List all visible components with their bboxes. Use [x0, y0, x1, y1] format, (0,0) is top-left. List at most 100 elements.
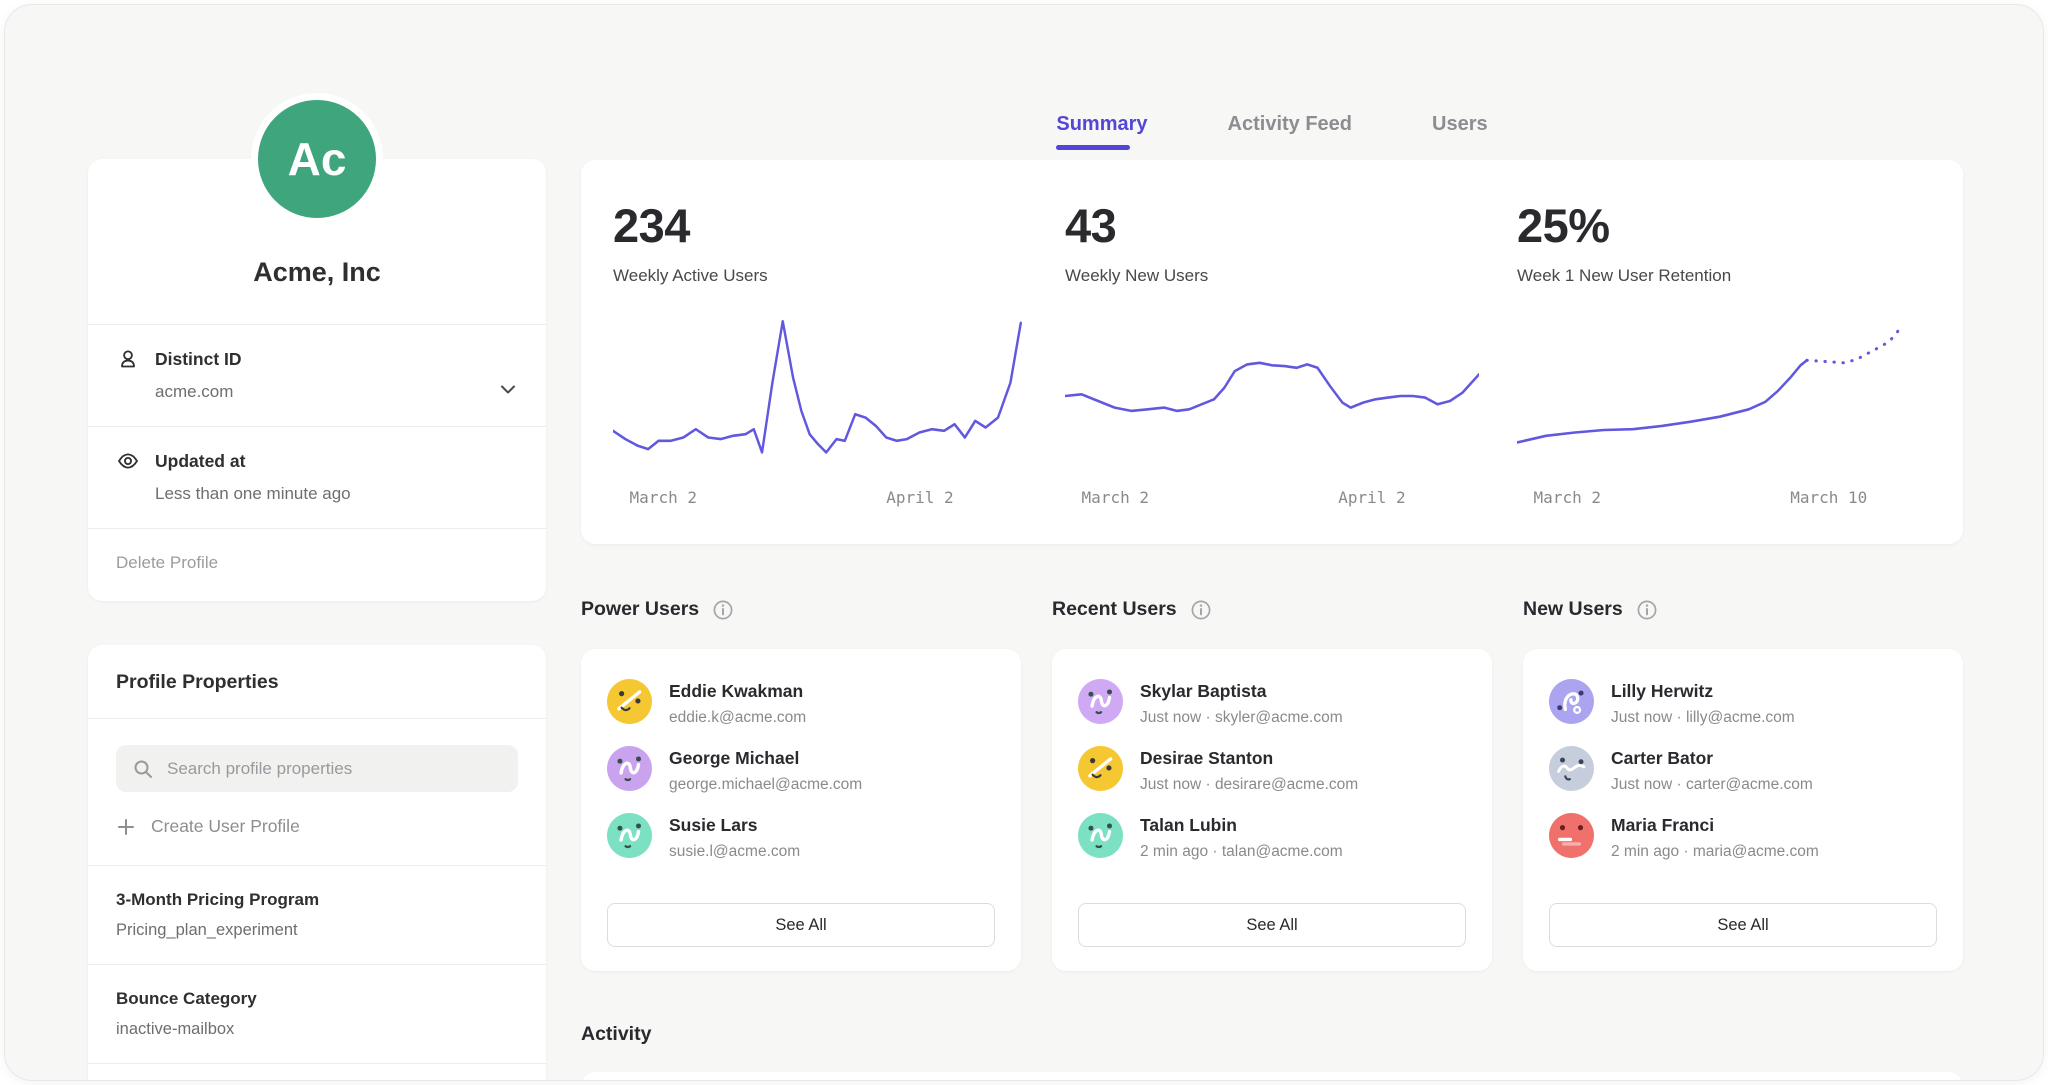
week1-retention-chart: [1517, 308, 1931, 474]
x-tick: April 2: [1338, 488, 1405, 507]
search-input[interactable]: [167, 759, 502, 779]
new-users-card: Lilly Herwitz Just now · lilly@acme.com …: [1523, 649, 1963, 971]
updated-at-row: Updated at Less than one minute ago: [88, 426, 546, 528]
power-users-card: Eddie Kwakman eddie.k@acme.com George Mi…: [581, 649, 1021, 971]
tab-users[interactable]: Users: [1432, 113, 1488, 150]
user-meta: Just now · lilly@acme.com: [1611, 709, 1795, 727]
x-axis: March 2 April 2: [613, 488, 1027, 518]
power-users-section: Power Users Eddie Kwakman eddie.k@acme.c…: [581, 598, 1021, 971]
activity-card: 234 240 3.4k: [581, 1072, 1963, 1081]
main-content: Summary Activity Feed Users 234 Weekly A…: [581, 5, 1963, 1080]
distinct-id-value: acme.com: [155, 382, 518, 402]
stat-week1-retention: 25% Week 1 New User Retention March 2 Ma…: [1517, 198, 1931, 518]
delete-profile-button[interactable]: Delete Profile: [88, 528, 546, 601]
user-avatar: [1078, 679, 1123, 724]
stat-value: 25%: [1517, 198, 1931, 253]
stat-value: 43: [1065, 198, 1479, 253]
user-row[interactable]: Desirae Stanton Just now · desirare@acme…: [1078, 746, 1466, 794]
user-meta: Just now · carter@acme.com: [1611, 776, 1813, 794]
x-tick: March 2: [630, 488, 697, 507]
tab-summary[interactable]: Summary: [1056, 113, 1147, 150]
user-meta: Just now · desirare@acme.com: [1140, 776, 1358, 794]
user-avatar: [1549, 746, 1594, 791]
property-row: 3-Month Pricing Program Pricing_plan_exp…: [88, 865, 546, 964]
user-name: Talan Lubin: [1140, 813, 1343, 836]
chevron-down-icon[interactable]: [496, 377, 520, 401]
info-icon[interactable]: [1636, 599, 1658, 621]
user-name: Susie Lars: [669, 813, 800, 836]
section-title: Power Users: [581, 598, 699, 621]
divider: [88, 718, 546, 719]
stat-weekly-active-users: 234 Weekly Active Users March 2 April 2: [613, 198, 1027, 518]
updated-at-label: Updated at: [155, 451, 245, 472]
see-all-button[interactable]: See All: [1549, 903, 1937, 947]
overview-card: 234 Weekly Active Users March 2 April 2 …: [581, 160, 1963, 544]
user-avatar: [1549, 813, 1594, 858]
user-meta: 2 min ago · maria@acme.com: [1611, 843, 1819, 861]
user-row[interactable]: Maria Franci 2 min ago · maria@acme.com: [1549, 813, 1937, 861]
x-tick: April 2: [886, 488, 953, 507]
x-tick: March 2: [1534, 488, 1601, 507]
app-frame: Ac Acme, Inc Distinct ID acme.com: [4, 4, 2044, 1081]
user-avatar: [607, 813, 652, 858]
x-axis: March 2 April 2: [1065, 488, 1479, 518]
user-row[interactable]: Talan Lubin 2 min ago · talan@acme.com: [1078, 813, 1466, 861]
company-avatar-wrap: Ac: [251, 93, 383, 225]
user-row[interactable]: Skylar Baptista Just now · skyler@acme.c…: [1078, 679, 1466, 727]
user-avatar: [1549, 679, 1594, 724]
info-icon[interactable]: [712, 599, 734, 621]
user-avatar: [1078, 746, 1123, 791]
info-icon[interactable]: [1190, 599, 1212, 621]
weekly-new-users-chart: [1065, 308, 1479, 474]
see-all-button[interactable]: See All: [1078, 903, 1466, 947]
plus-icon: [116, 817, 136, 837]
distinct-id-row: Distinct ID acme.com: [88, 324, 546, 426]
weekly-active-users-chart: [613, 308, 1027, 474]
user-name: George Michael: [669, 746, 862, 769]
user-row[interactable]: Carter Bator Just now · carter@acme.com: [1549, 746, 1937, 794]
property-label: 3-Month Pricing Program: [116, 890, 518, 910]
user-row[interactable]: George Michael george.michael@acme.com: [607, 746, 995, 794]
profile-sidebar: Ac Acme, Inc Distinct ID acme.com: [88, 5, 546, 1080]
stat-weekly-new-users: 43 Weekly New Users March 2 April 2: [1065, 198, 1479, 518]
profile-properties-search[interactable]: [116, 745, 518, 792]
x-tick: March 2: [1082, 488, 1149, 507]
property-row: Bounce Category inactive-mailbox: [88, 964, 546, 1063]
distinct-id-label: Distinct ID: [155, 349, 242, 370]
updated-at-value: Less than one minute ago: [155, 484, 518, 504]
user-row[interactable]: Lilly Herwitz Just now · lilly@acme.com: [1549, 679, 1937, 727]
create-user-profile-label: Create User Profile: [151, 816, 300, 837]
see-all-button[interactable]: See All: [607, 903, 995, 947]
company-avatar: Ac: [251, 93, 383, 225]
create-user-profile-button[interactable]: Create User Profile: [116, 816, 518, 837]
stat-value: 234: [613, 198, 1027, 253]
user-name: Skylar Baptista: [1140, 679, 1343, 702]
x-axis: March 2 March 10: [1517, 488, 1931, 518]
activity-section-title: Activity: [581, 1023, 1963, 1046]
profile-properties-title: Profile Properties: [88, 645, 546, 718]
user-meta: eddie.k@acme.com: [669, 709, 806, 727]
user-name: Maria Franci: [1611, 813, 1819, 836]
user-name: Eddie Kwakman: [669, 679, 806, 702]
stat-label: Weekly Active Users: [613, 266, 1027, 286]
user-sections: Power Users Eddie Kwakman eddie.k@acme.c…: [581, 598, 1963, 971]
property-value: Pricing_plan_experiment: [116, 921, 518, 940]
user-meta: george.michael@acme.com: [669, 776, 862, 794]
property-value: inactive-mailbox: [116, 1020, 518, 1039]
recent-users-section: Recent Users Skylar Baptista Just now · …: [1052, 598, 1492, 971]
company-profile-card: Ac Acme, Inc Distinct ID acme.com: [88, 159, 546, 601]
user-row[interactable]: Susie Lars susie.l@acme.com: [607, 813, 995, 861]
user-avatar: [607, 679, 652, 724]
user-name: Carter Bator: [1611, 746, 1813, 769]
user-meta: Just now · skyler@acme.com: [1140, 709, 1343, 727]
user-meta: 2 min ago · talan@acme.com: [1140, 843, 1343, 861]
property-row: Browser Chrome: [88, 1063, 546, 1081]
tab-activity-feed[interactable]: Activity Feed: [1228, 113, 1352, 150]
user-avatar: [607, 746, 652, 791]
user-name: Lilly Herwitz: [1611, 679, 1795, 702]
property-label: Bounce Category: [116, 989, 518, 1009]
user-row[interactable]: Eddie Kwakman eddie.k@acme.com: [607, 679, 995, 727]
user-meta: susie.l@acme.com: [669, 843, 800, 861]
new-users-section: New Users Lilly Herwitz Just now · lilly…: [1523, 598, 1963, 971]
user-name: Desirae Stanton: [1140, 746, 1358, 769]
